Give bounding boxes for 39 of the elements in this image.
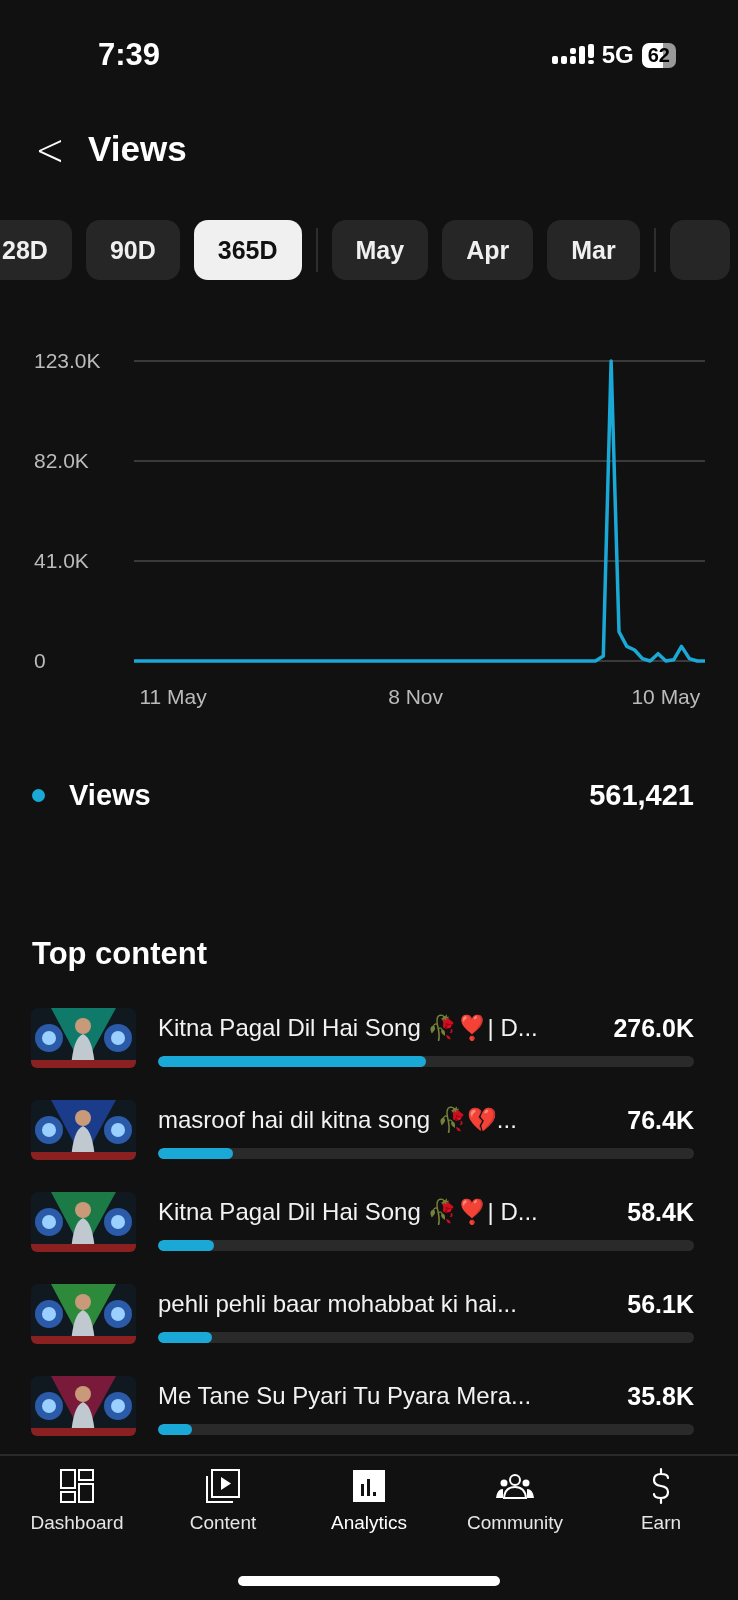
x-axis-label: 8 Nov (388, 685, 443, 708)
filter-chip[interactable]: Mar (547, 220, 640, 280)
page-title: Views (88, 129, 187, 169)
metric-label: Views (69, 778, 152, 812)
nav-tab[interactable]: Content (153, 1466, 293, 1554)
back-button[interactable]: < (32, 123, 64, 175)
view-count: 56.1K (627, 1289, 694, 1319)
nav-tab[interactable]: Community (445, 1466, 585, 1554)
filter-chip[interactable]: 28D (0, 220, 72, 280)
network-label: 5G (601, 41, 634, 69)
metric-value: 561,421 (589, 778, 694, 812)
view-count: 58.4K (627, 1197, 694, 1227)
video-title[interactable]: masroof hai dil kitna song 🥀💔... (158, 1106, 517, 1134)
filter-chip[interactable]: 365D (193, 220, 302, 280)
video-title[interactable]: pehli pehli baar mohabbat ki hai... (158, 1290, 517, 1318)
x-axis-label: 11 May (139, 685, 207, 708)
filter-chip[interactable]: 90D (85, 220, 180, 280)
section-title: Top content (32, 936, 209, 972)
nav-tab[interactable]: Analytics (299, 1466, 439, 1554)
x-axis-label: 10 May (631, 685, 701, 708)
nav-tab[interactable]: Earn (591, 1466, 731, 1554)
view-count: 35.8K (627, 1381, 694, 1411)
video-title[interactable]: Kitna Pagal Dil Hai Song 🥀❣| D... (158, 1198, 538, 1226)
y-axis-label: 0 (34, 649, 46, 672)
status-time: 7:39 (98, 37, 161, 73)
y-axis-label: 123.0K (34, 349, 101, 372)
battery-indicator: 62 (641, 42, 676, 68)
dashboard-icon (57, 1466, 97, 1506)
view-count: 76.4K (627, 1105, 694, 1135)
signal-icon (551, 44, 594, 66)
play-stack-icon (203, 1466, 243, 1506)
filter-chip[interactable]: May (331, 220, 429, 280)
y-axis-label: 41.0K (34, 549, 89, 572)
y-axis-label: 82.0K (34, 449, 89, 472)
view-count: 276.0K (613, 1013, 694, 1043)
nav-tab[interactable]: Dashboard (7, 1466, 147, 1554)
filter-chip[interactable]: Apr (442, 220, 534, 280)
video-title[interactable]: Kitna Pagal Dil Hai Song 🥀❣| D... (158, 1014, 538, 1042)
video-title[interactable]: Me Tane Su Pyari Tu Pyara Mera... (158, 1382, 532, 1410)
